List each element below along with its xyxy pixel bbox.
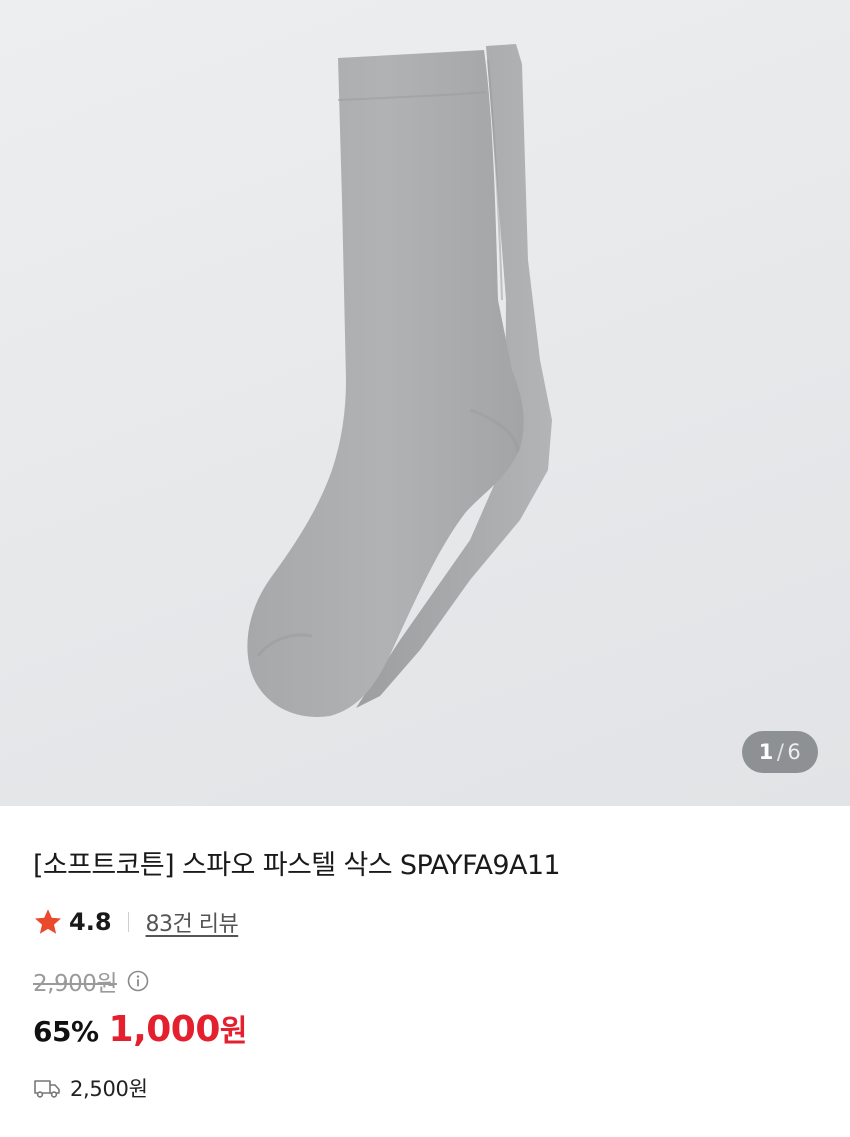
star-icon bbox=[35, 909, 61, 934]
shipping-row: 2,500원 bbox=[33, 1071, 148, 1105]
original-price-row: 2,900원 bbox=[33, 964, 150, 998]
sale-price-unit: 원 bbox=[219, 1014, 248, 1049]
indicator-total: 6 bbox=[787, 740, 802, 764]
sale-price-row: 65% 1,000 원 bbox=[33, 1006, 248, 1052]
shipping-fee: 2,500원 bbox=[70, 1077, 148, 1101]
info-circle-icon[interactable] bbox=[126, 969, 150, 993]
sale-price: 1,000 bbox=[108, 1009, 221, 1050]
original-price: 2,900원 bbox=[33, 971, 118, 997]
rating-row: 4.8 83건 리뷰 bbox=[33, 904, 239, 940]
truck-icon bbox=[34, 1080, 60, 1098]
product-info: [소프트코튼] 스파오 파스텔 삭스 SPAYFA9A11 4.8 83건 리뷰… bbox=[0, 806, 850, 1137]
rating-divider bbox=[127, 912, 129, 932]
image-page-indicator: 1 / 6 bbox=[742, 731, 818, 773]
discount-rate: 65% bbox=[33, 1015, 99, 1048]
indicator-current: 1 bbox=[758, 740, 774, 764]
indicator-separator: / bbox=[776, 740, 785, 764]
rating-value: 4.8 bbox=[69, 908, 112, 936]
product-image[interactable] bbox=[0, 0, 850, 806]
review-count-link[interactable]: 83건 리뷰 bbox=[146, 906, 239, 938]
product-image-gallery[interactable]: 1 / 6 bbox=[0, 0, 850, 806]
product-title: [소프트코튼] 스파오 파스텔 삭스 SPAYFA9A11 bbox=[33, 850, 561, 881]
